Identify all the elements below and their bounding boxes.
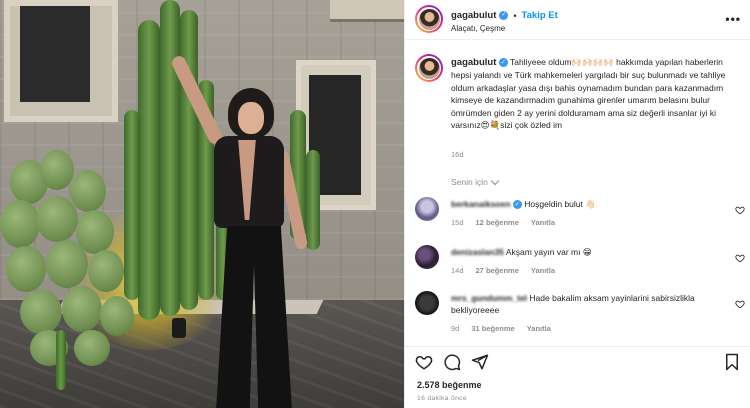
bookmark-icon[interactable] — [723, 353, 741, 371]
post-header: gagabulut ✓ • Takip Et Alaçatı, Çeşme ••… — [405, 0, 750, 40]
post-location[interactable]: Alaçatı, Çeşme — [451, 24, 505, 33]
caption-username[interactable]: gagabulut — [451, 57, 496, 68]
comment-likes[interactable]: 12 beğenme — [476, 218, 519, 227]
verified-badge-icon: ✓ — [499, 11, 509, 20]
comment-text-line: mrs_gundumm_tel Hade bakalim aksam yayin… — [451, 293, 721, 316]
author-avatar[interactable] — [415, 5, 443, 33]
comment-time[interactable]: 15d — [451, 218, 464, 227]
comment-meta: 14d 27 beğenme Yanıtla — [451, 266, 555, 275]
comment-item: berkanaiksoen ✓ Hoşgeldin bulut 👋🏻 15d 1… — [415, 197, 749, 239]
caption-text: gagabulut ✓ Tahliyeee oldum🙌🏻🙌🏻🙌🏻🙌🏻 hakk… — [451, 56, 741, 131]
comment-time[interactable]: 14d — [451, 266, 464, 275]
post-actions: 2.578 beğenme 16 dakika önce — [405, 346, 750, 408]
comment-icon[interactable] — [443, 353, 461, 371]
commenter-username[interactable]: mrs_gundumm_tel — [451, 293, 527, 303]
reply-button[interactable]: Yanıtla — [531, 218, 555, 227]
comment-filter-dropdown[interactable]: Senin için — [451, 176, 500, 187]
heart-icon[interactable] — [735, 299, 745, 309]
commenter-username[interactable]: denizaslan35 — [451, 247, 504, 257]
comment-text: Akşam yayın var mı 😁 — [505, 247, 592, 257]
author-username[interactable]: gagabulut — [451, 10, 496, 21]
caption-time[interactable]: 16d — [451, 150, 464, 159]
reply-button[interactable]: Yanıtla — [527, 324, 551, 333]
comment-item: denizaslan35 Akşam yayın var mı 😁 14d 27… — [415, 245, 749, 287]
comment-likes[interactable]: 27 beğenme — [476, 266, 519, 275]
heart-icon[interactable] — [735, 205, 745, 215]
window-left — [4, 0, 118, 122]
comment-text-line: denizaslan35 Akşam yayın var mı 😁 — [451, 247, 721, 259]
commenter-avatar[interactable] — [415, 245, 439, 269]
reply-button[interactable]: Yanıtla — [531, 266, 555, 275]
separator-dot: • — [513, 10, 517, 21]
comment-filter-label: Senin için — [451, 177, 488, 187]
verified-badge-icon: ✓ — [498, 58, 508, 68]
comment-likes[interactable]: 31 beğenme — [471, 324, 514, 333]
post-photo[interactable] — [0, 0, 404, 408]
comment-item: mrs_gundumm_tel Hade bakalim aksam yayin… — [415, 291, 749, 341]
comment-meta: 9d 31 beğenme Yanıtla — [451, 324, 551, 333]
ground-lamp — [172, 318, 186, 338]
heart-icon[interactable] — [735, 253, 745, 263]
more-options-icon[interactable]: ••• — [725, 12, 741, 26]
commenter-avatar[interactable] — [415, 197, 439, 221]
chevron-down-icon — [490, 176, 500, 185]
likes-count[interactable]: 2.578 beğenme — [417, 380, 482, 390]
author-line: gagabulut ✓ • Takip Et — [451, 10, 558, 21]
heart-icon[interactable] — [415, 353, 433, 371]
commenter-username[interactable]: berkanaiksoen — [451, 199, 511, 209]
commenter-avatar[interactable] — [415, 291, 439, 315]
comment-meta: 15d 12 beğenme Yanıtla — [451, 218, 555, 227]
post-sidebar: gagabulut ✓ • Takip Et Alaçatı, Çeşme ••… — [404, 0, 750, 408]
comment-text: Hoşgeldin bulut 👋🏻 — [524, 199, 596, 209]
follow-button[interactable]: Takip Et — [522, 10, 558, 21]
comment-text-line: berkanaiksoen ✓ Hoşgeldin bulut 👋🏻 — [451, 199, 721, 211]
comment-time[interactable]: 9d — [451, 324, 459, 333]
post-time[interactable]: 16 dakika önce — [417, 395, 467, 402]
balcony — [330, 0, 404, 22]
verified-badge-icon: ✓ — [512, 200, 522, 210]
share-icon[interactable] — [471, 353, 489, 371]
caption-avatar[interactable] — [415, 54, 443, 82]
comments-section[interactable]: gagabulut ✓ Tahliyeee oldum🙌🏻🙌🏻🙌🏻🙌🏻 hakk… — [405, 40, 750, 346]
